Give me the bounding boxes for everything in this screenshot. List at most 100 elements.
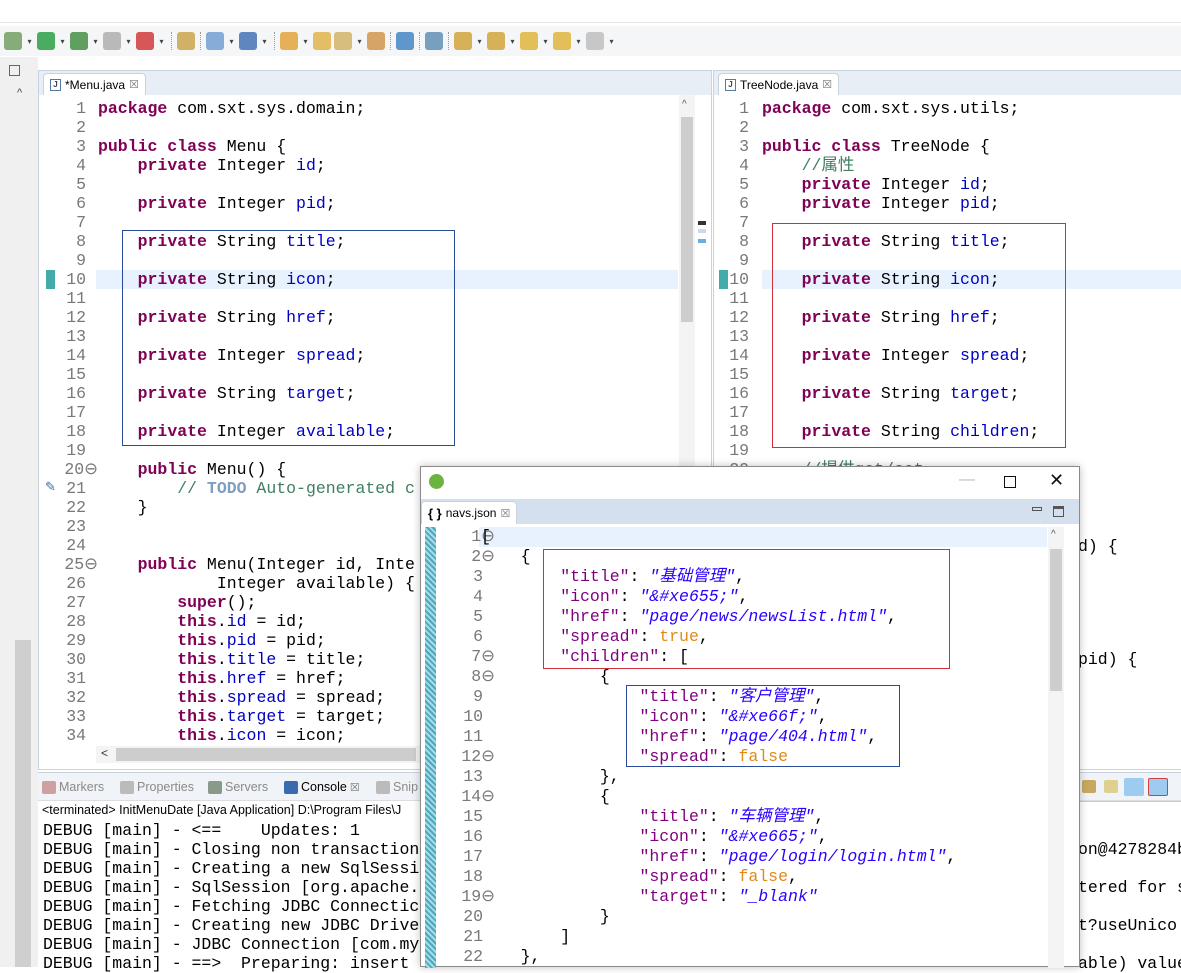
show-console-stdout-icon[interactable]	[1124, 778, 1144, 796]
minimize-icon[interactable]: —	[959, 471, 975, 489]
line-number: 7	[76, 213, 86, 232]
console-tab-console[interactable]: Console ☒	[284, 780, 360, 794]
code-token: Integer	[870, 175, 961, 194]
close-icon[interactable]: ☒	[350, 781, 360, 794]
line-number: 20⊖	[64, 460, 98, 479]
debug-icon[interactable]	[4, 32, 22, 50]
line-number: 2	[76, 118, 86, 137]
tab-navs-json[interactable]: { } navs.json ☒	[421, 501, 518, 524]
close-icon[interactable]: ☒	[822, 78, 832, 91]
json-file-icon: { }	[428, 505, 442, 521]
tab-treenode-java[interactable]: J TreeNode.java ☒	[718, 73, 840, 95]
code-line: 2	[46, 118, 676, 137]
dropdown-arrow-icon[interactable]: ▾	[25, 37, 34, 46]
java-file-icon: J	[725, 78, 736, 91]
spring-logo-icon	[429, 474, 444, 489]
forward-icon[interactable]	[586, 32, 604, 50]
show-console-stderr-icon[interactable]	[1148, 778, 1168, 796]
dropdown-arrow-icon[interactable]: ▾	[574, 37, 583, 46]
dropdown-arrow-icon[interactable]: ▾	[355, 37, 364, 46]
line-number: 3	[76, 137, 86, 156]
code-token: {	[481, 667, 610, 686]
code-token: = icon;	[266, 726, 346, 745]
open-folder-icon[interactable]	[313, 32, 331, 50]
code-line: 22 },	[437, 947, 1047, 967]
code-token: }	[98, 498, 148, 517]
console-line-fragment	[1078, 935, 1181, 954]
console-tab-servers[interactable]: Servers	[208, 780, 268, 794]
open-type-icon[interactable]	[280, 32, 298, 50]
open-task-icon[interactable]	[367, 32, 385, 50]
next-annotation-icon[interactable]	[454, 32, 472, 50]
restore-icon[interactable]	[9, 65, 20, 76]
word-wrap-icon[interactable]	[1104, 780, 1118, 793]
back-icon[interactable]	[553, 32, 571, 50]
code-token: super	[177, 593, 227, 612]
code-line: 5	[46, 175, 676, 194]
code-token: Menu {	[216, 137, 287, 156]
toolbar-separator	[448, 32, 449, 50]
toolbar-separator	[274, 32, 275, 50]
web-browser-icon[interactable]	[396, 32, 414, 50]
line-number: 6	[76, 194, 86, 213]
code-token: package	[98, 99, 168, 118]
dropdown-arrow-icon[interactable]: ▾	[124, 37, 133, 46]
console-tab-snip[interactable]: Snip	[376, 780, 418, 794]
console-line-fragment: on@4278284b	[1078, 840, 1181, 859]
new-server-icon[interactable]	[206, 32, 224, 50]
maximize-icon[interactable]	[1004, 476, 1016, 488]
search-icon[interactable]	[425, 32, 443, 50]
dropdown-arrow-icon[interactable]: ▾	[260, 37, 269, 46]
dropdown-arrow-icon[interactable]: ▾	[475, 37, 484, 46]
dropdown-arrow-icon[interactable]: ▾	[301, 37, 310, 46]
chevron-up-icon[interactable]: ^	[17, 87, 22, 99]
console-line-fragment: t?useUnico	[1078, 916, 1178, 935]
console-tab-properties[interactable]: Properties	[120, 780, 194, 794]
pen-icon[interactable]	[334, 32, 352, 50]
code-line: 8⊖ {	[437, 667, 1047, 687]
dock-scrollbar[interactable]	[15, 640, 31, 967]
tab-menu-java[interactable]: J *Menu.java ☒	[43, 73, 146, 95]
external-tools-icon[interactable]	[136, 32, 154, 50]
code-token: {	[481, 787, 610, 806]
dropdown-arrow-icon[interactable]: ▾	[541, 37, 550, 46]
code-token: .	[216, 631, 227, 650]
code-token: false	[738, 867, 788, 886]
code-text: "target": "_blank"	[481, 887, 817, 907]
overview-mark	[698, 239, 706, 243]
close-icon[interactable]: ☒	[500, 507, 510, 520]
maximize-view-icon[interactable]	[1053, 506, 1064, 517]
dropdown-arrow-icon[interactable]: ▾	[508, 37, 517, 46]
line-number: 15	[66, 365, 86, 384]
code-token: pid	[226, 631, 257, 650]
run-server-icon[interactable]	[70, 32, 88, 50]
line-number: 12	[66, 308, 86, 327]
close-icon[interactable]: ☒	[129, 78, 139, 91]
dropdown-arrow-icon[interactable]: ▾	[58, 37, 67, 46]
code-line: 6 private Integer pid;	[46, 194, 676, 213]
stop-icon[interactable]	[103, 32, 121, 50]
dropdown-arrow-icon[interactable]: ▾	[91, 37, 100, 46]
dropdown-arrow-icon[interactable]: ▾	[157, 37, 166, 46]
code-text: private Integer id;	[762, 175, 990, 194]
code-token: :	[698, 847, 719, 866]
refactor-icon[interactable]	[177, 32, 195, 50]
vertical-scrollbar[interactable]: ^	[1048, 527, 1064, 968]
previous-annotation-icon[interactable]	[487, 32, 505, 50]
console-tab-markers[interactable]: Markers	[42, 780, 104, 794]
code-text: "spread": false,	[481, 867, 797, 887]
last-edit-icon[interactable]	[520, 32, 538, 50]
blue-highlight-box	[122, 230, 455, 446]
dropdown-arrow-icon[interactable]: ▾	[607, 37, 616, 46]
minimize-view-icon[interactable]	[1032, 507, 1042, 511]
code-token: "title"	[639, 807, 709, 826]
scroll-lock-icon[interactable]	[1082, 780, 1096, 793]
dropdown-arrow-icon[interactable]: ▾	[227, 37, 236, 46]
spring-icon[interactable]	[239, 32, 257, 50]
close-icon[interactable]: ✕	[1049, 470, 1064, 491]
run-icon[interactable]	[37, 32, 55, 50]
code-token: ,	[814, 807, 825, 826]
